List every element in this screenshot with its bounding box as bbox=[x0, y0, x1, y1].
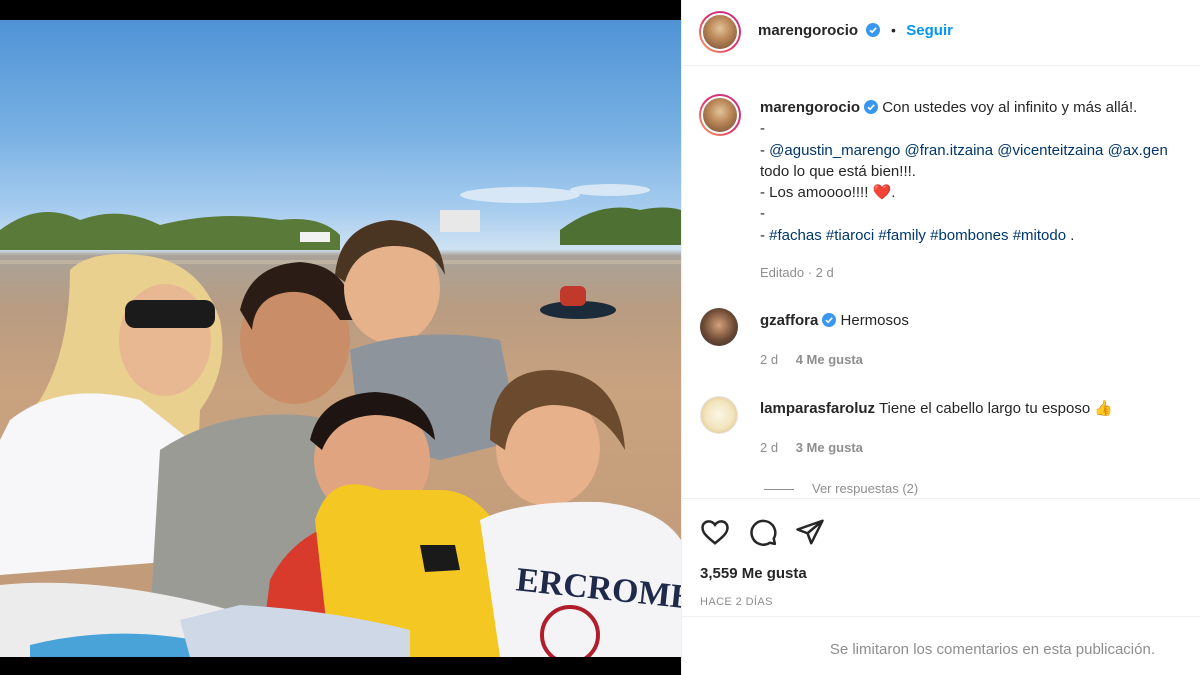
post-header: marengorocio • Seguir bbox=[682, 0, 1200, 66]
post-photo[interactable]: ERCROMBIE bbox=[0, 20, 681, 657]
comment-likes[interactable]: 4 Me gusta bbox=[796, 352, 863, 367]
caption-line-6: - bbox=[760, 205, 765, 222]
caption-text: . bbox=[1070, 227, 1075, 244]
caption-text: Con ustedes voy al infinito y más allá!. bbox=[882, 99, 1138, 116]
comment-username[interactable]: lamparasfaroluz bbox=[760, 400, 875, 417]
verified-badge-icon bbox=[864, 100, 879, 114]
mention-link[interactable]: @vicenteitzaina bbox=[997, 142, 1103, 159]
author-username[interactable]: marengorocio bbox=[758, 22, 858, 39]
heart-emoji: ❤️ bbox=[872, 184, 892, 201]
comment-meta: 2 d 3 Me gusta bbox=[760, 438, 863, 458]
hashtag-link[interactable]: #mitodo bbox=[1013, 227, 1066, 244]
comments-limited-notice: Se limitaron los comentarios en esta pub… bbox=[829, 641, 1155, 658]
caption-username[interactable]: marengorocio bbox=[760, 99, 860, 116]
follow-button[interactable]: Seguir bbox=[906, 22, 953, 39]
separator-dot: • bbox=[890, 22, 896, 38]
caption-text: . bbox=[891, 184, 896, 201]
heart-icon[interactable] bbox=[700, 517, 730, 547]
hashtag-link[interactable]: #bombones bbox=[930, 227, 1008, 244]
author-avatar[interactable] bbox=[699, 11, 741, 53]
comment-avatar[interactable] bbox=[700, 308, 738, 346]
comment-username[interactable]: gzaffora bbox=[760, 312, 818, 329]
caption-edited-meta: Editado · 2 d bbox=[760, 265, 834, 280]
share-icon[interactable] bbox=[795, 517, 825, 547]
caption-line-1: marengorocio Con ustedes voy al infinito… bbox=[760, 98, 1137, 118]
comment-text: Hermosos bbox=[840, 312, 909, 329]
post-media-pane: ERCROMBIE bbox=[0, 0, 681, 675]
comment-row: lamparasfaroluz Tiene el cabello largo t… bbox=[760, 399, 1113, 419]
mention-link[interactable]: @fran.itzaina bbox=[904, 142, 993, 159]
caption-hashtags-line: - #fachas #tiaroci #family #bombones #mi… bbox=[760, 227, 1075, 244]
author-line: marengorocio • Seguir bbox=[758, 22, 953, 40]
caption-line-4: todo lo que está bien!!!. bbox=[760, 163, 916, 180]
caption-author-avatar[interactable] bbox=[699, 94, 741, 136]
comment-avatar[interactable] bbox=[700, 396, 738, 434]
mention-link[interactable]: @agustin_marengo bbox=[769, 142, 900, 159]
comment-likes[interactable]: 3 Me gusta bbox=[796, 440, 863, 455]
view-replies-button[interactable]: Ver respuestas (2) bbox=[764, 479, 918, 498]
post-side-panel: marengorocio • Seguir marengorocio Con u… bbox=[681, 0, 1200, 675]
verified-badge-icon bbox=[866, 23, 881, 37]
hashtag-link[interactable]: #family bbox=[878, 227, 926, 244]
post-date: HACE 2 DÍAS bbox=[700, 596, 773, 608]
comments-scroll-area[interactable]: marengorocio Con ustedes voy al infinito… bbox=[682, 66, 1200, 498]
caption-mentions-line: - @agustin_marengo @fran.itzaina @vicent… bbox=[760, 142, 1168, 159]
likes-count[interactable]: 3,559 Me gusta bbox=[700, 565, 807, 582]
thumbs-up-emoji: 👍 bbox=[1094, 400, 1114, 417]
comment-text: Tiene el cabello largo tu esposo bbox=[878, 400, 1091, 417]
comment-age: 2 d bbox=[760, 352, 779, 367]
hashtag-link[interactable]: #tiaroci bbox=[826, 227, 874, 244]
caption-line-2: - bbox=[760, 120, 765, 137]
comment-age: 2 d bbox=[760, 440, 779, 455]
hashtag-link[interactable]: #fachas bbox=[769, 227, 822, 244]
comment-meta: 2 d 4 Me gusta bbox=[760, 350, 863, 370]
comments-limited-footer: Se limitaron los comentarios en esta pub… bbox=[682, 616, 1200, 675]
comment-icon[interactable] bbox=[748, 517, 778, 547]
mention-link[interactable]: @ax.gen bbox=[1108, 142, 1168, 159]
comment-row: gzaffora Hermosos bbox=[760, 311, 909, 331]
replies-divider bbox=[764, 489, 794, 491]
caption-line-5: - Los amoooo!!!! ❤️. bbox=[760, 183, 895, 203]
verified-badge-icon bbox=[822, 313, 837, 327]
family-photo-illustration: ERCROMBIE bbox=[0, 184, 681, 657]
post-actions: 3,559 Me gusta HACE 2 DÍAS bbox=[682, 498, 1200, 616]
caption-text: - Los amoooo!!!! bbox=[760, 184, 873, 201]
view-replies-label: Ver respuestas (2) bbox=[812, 481, 919, 496]
